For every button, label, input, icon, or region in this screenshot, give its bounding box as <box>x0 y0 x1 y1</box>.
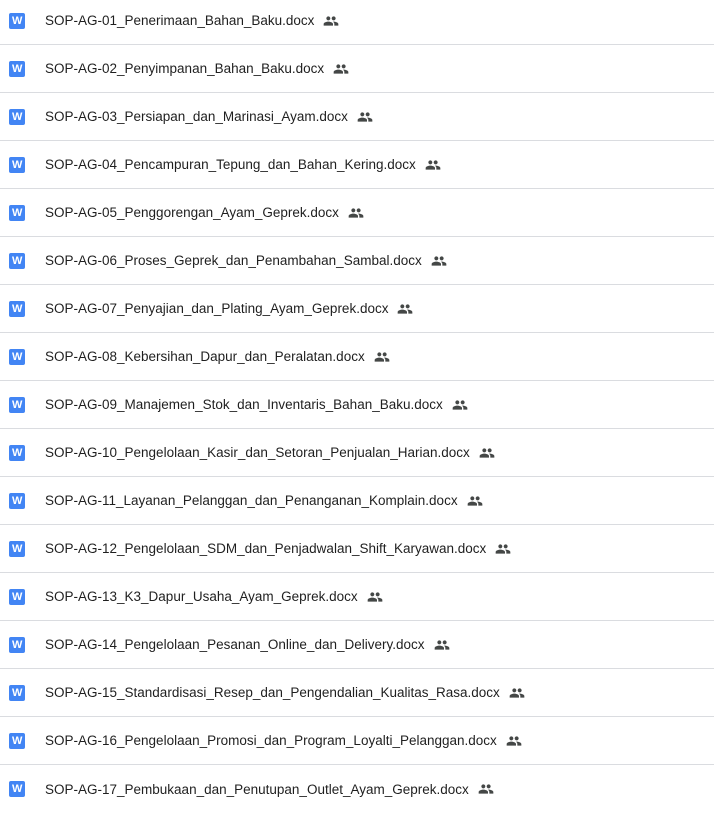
file-row-3[interactable]: W SOP-AG-03_Persiapan_dan_Marinasi_Ayam.… <box>0 93 714 141</box>
word-doc-icon: W <box>9 636 25 653</box>
file-name: SOP-AG-04_Pencampuran_Tepung_dan_Bahan_K… <box>45 157 441 173</box>
shared-people-icon <box>434 637 450 653</box>
file-row-7[interactable]: W SOP-AG-07_Penyajian_dan_Plating_Ayam_G… <box>0 285 714 333</box>
word-doc-icon: W <box>9 732 25 749</box>
file-row-13[interactable]: W SOP-AG-13_K3_Dapur_Usaha_Ayam_Geprek.d… <box>0 573 714 621</box>
file-name-text: SOP-AG-17_Pembukaan_dan_Penutupan_Outlet… <box>45 781 469 797</box>
shared-people-icon <box>506 733 522 749</box>
word-doc-icon: W <box>9 684 25 701</box>
file-name: SOP-AG-06_Proses_Geprek_dan_Penambahan_S… <box>45 253 447 269</box>
word-doc-icon: W <box>9 492 25 509</box>
file-name: SOP-AG-15_Standardisasi_Resep_dan_Pengen… <box>45 685 525 701</box>
file-name-text: SOP-AG-14_Pengelolaan_Pesanan_Online_dan… <box>45 637 425 652</box>
file-name: SOP-AG-01_Penerimaan_Bahan_Baku.docx <box>45 13 339 29</box>
file-row-9[interactable]: W SOP-AG-09_Manajemen_Stok_dan_Inventari… <box>0 381 714 429</box>
shared-people-icon <box>397 301 413 317</box>
file-name: SOP-AG-17_Pembukaan_dan_Penutupan_Outlet… <box>45 781 494 797</box>
file-name-text: SOP-AG-07_Penyajian_dan_Plating_Ayam_Gep… <box>45 301 389 316</box>
word-doc-icon: W <box>9 540 25 557</box>
file-row-14[interactable]: W SOP-AG-14_Pengelolaan_Pesanan_Online_d… <box>0 621 714 669</box>
shared-people-icon <box>374 349 390 365</box>
file-name-text: SOP-AG-10_Pengelolaan_Kasir_dan_Setoran_… <box>45 445 470 460</box>
file-row-2[interactable]: W SOP-AG-02_Penyimpanan_Bahan_Baku.docx <box>0 45 714 93</box>
file-row-6[interactable]: W SOP-AG-06_Proses_Geprek_dan_Penambahan… <box>0 237 714 285</box>
file-name-text: SOP-AG-06_Proses_Geprek_dan_Penambahan_S… <box>45 253 422 268</box>
word-doc-icon: W <box>9 444 25 461</box>
shared-people-icon <box>509 685 525 701</box>
file-name: SOP-AG-02_Penyimpanan_Bahan_Baku.docx <box>45 61 349 77</box>
file-name-text: SOP-AG-08_Kebersihan_Dapur_dan_Peralatan… <box>45 349 365 364</box>
shared-people-icon <box>467 493 483 509</box>
file-name-text: SOP-AG-11_Layanan_Pelanggan_dan_Penangan… <box>45 493 458 508</box>
file-name: SOP-AG-11_Layanan_Pelanggan_dan_Penangan… <box>45 493 483 509</box>
file-name-text: SOP-AG-12_Pengelolaan_SDM_dan_Penjadwala… <box>45 541 487 556</box>
file-row-8[interactable]: W SOP-AG-08_Kebersihan_Dapur_dan_Peralat… <box>0 333 714 381</box>
file-name: SOP-AG-09_Manajemen_Stok_dan_Inventaris_… <box>45 397 468 413</box>
shared-people-icon <box>333 61 349 77</box>
shared-people-icon <box>348 205 364 221</box>
shared-people-icon <box>431 253 447 269</box>
word-doc-icon: W <box>9 588 25 605</box>
shared-people-icon <box>323 13 339 29</box>
file-row-11[interactable]: W SOP-AG-11_Layanan_Pelanggan_dan_Penang… <box>0 477 714 525</box>
file-name-text: SOP-AG-16_Pengelolaan_Promosi_dan_Progra… <box>45 733 497 748</box>
file-row-15[interactable]: W SOP-AG-15_Standardisasi_Resep_dan_Peng… <box>0 669 714 717</box>
file-row-16[interactable]: W SOP-AG-16_Pengelolaan_Promosi_dan_Prog… <box>0 717 714 765</box>
word-doc-icon: W <box>9 12 25 29</box>
file-name-text: SOP-AG-01_Penerimaan_Bahan_Baku.docx <box>45 13 315 28</box>
file-name: SOP-AG-05_Penggorengan_Ayam_Geprek.docx <box>45 205 364 221</box>
file-name-text: SOP-AG-05_Penggorengan_Ayam_Geprek.docx <box>45 205 339 220</box>
word-doc-icon: W <box>9 396 25 413</box>
file-row-5[interactable]: W SOP-AG-05_Penggorengan_Ayam_Geprek.doc… <box>0 189 714 237</box>
shared-people-icon <box>425 157 441 173</box>
shared-people-icon <box>478 781 494 797</box>
file-name-text: SOP-AG-13_K3_Dapur_Usaha_Ayam_Geprek.doc… <box>45 589 358 604</box>
file-name: SOP-AG-07_Penyajian_dan_Plating_Ayam_Gep… <box>45 301 413 317</box>
file-row-1[interactable]: W SOP-AG-01_Penerimaan_Bahan_Baku.docx <box>0 0 714 45</box>
file-list: W SOP-AG-01_Penerimaan_Bahan_Baku.docx W… <box>0 0 714 813</box>
file-row-4[interactable]: W SOP-AG-04_Pencampuran_Tepung_dan_Bahan… <box>0 141 714 189</box>
shared-people-icon <box>479 445 495 461</box>
word-doc-icon: W <box>9 348 25 365</box>
file-name-text: SOP-AG-03_Persiapan_dan_Marinasi_Ayam.do… <box>45 109 348 124</box>
file-row-10[interactable]: W SOP-AG-10_Pengelolaan_Kasir_dan_Setora… <box>0 429 714 477</box>
file-name: SOP-AG-10_Pengelolaan_Kasir_dan_Setoran_… <box>45 445 495 461</box>
file-row-17[interactable]: W SOP-AG-17_Pembukaan_dan_Penutupan_Outl… <box>0 765 714 813</box>
word-doc-icon: W <box>9 781 25 797</box>
file-name: SOP-AG-13_K3_Dapur_Usaha_Ayam_Geprek.doc… <box>45 589 383 605</box>
word-doc-icon: W <box>9 60 25 77</box>
file-name: SOP-AG-08_Kebersihan_Dapur_dan_Peralatan… <box>45 349 390 365</box>
shared-people-icon <box>357 109 373 125</box>
word-doc-icon: W <box>9 204 25 221</box>
file-name-text: SOP-AG-15_Standardisasi_Resep_dan_Pengen… <box>45 685 500 700</box>
word-doc-icon: W <box>9 300 25 317</box>
shared-people-icon <box>495 541 511 557</box>
file-name: SOP-AG-12_Pengelolaan_SDM_dan_Penjadwala… <box>45 541 511 557</box>
shared-people-icon <box>367 589 383 605</box>
word-doc-icon: W <box>9 156 25 173</box>
file-name-text: SOP-AG-04_Pencampuran_Tepung_dan_Bahan_K… <box>45 157 416 172</box>
file-name-text: SOP-AG-02_Penyimpanan_Bahan_Baku.docx <box>45 61 325 76</box>
file-name-text: SOP-AG-09_Manajemen_Stok_dan_Inventaris_… <box>45 397 443 412</box>
file-name: SOP-AG-16_Pengelolaan_Promosi_dan_Progra… <box>45 733 522 749</box>
file-row-12[interactable]: W SOP-AG-12_Pengelolaan_SDM_dan_Penjadwa… <box>0 525 714 573</box>
file-name: SOP-AG-14_Pengelolaan_Pesanan_Online_dan… <box>45 637 450 653</box>
file-name: SOP-AG-03_Persiapan_dan_Marinasi_Ayam.do… <box>45 109 373 125</box>
word-doc-icon: W <box>9 252 25 269</box>
word-doc-icon: W <box>9 108 25 125</box>
shared-people-icon <box>452 397 468 413</box>
